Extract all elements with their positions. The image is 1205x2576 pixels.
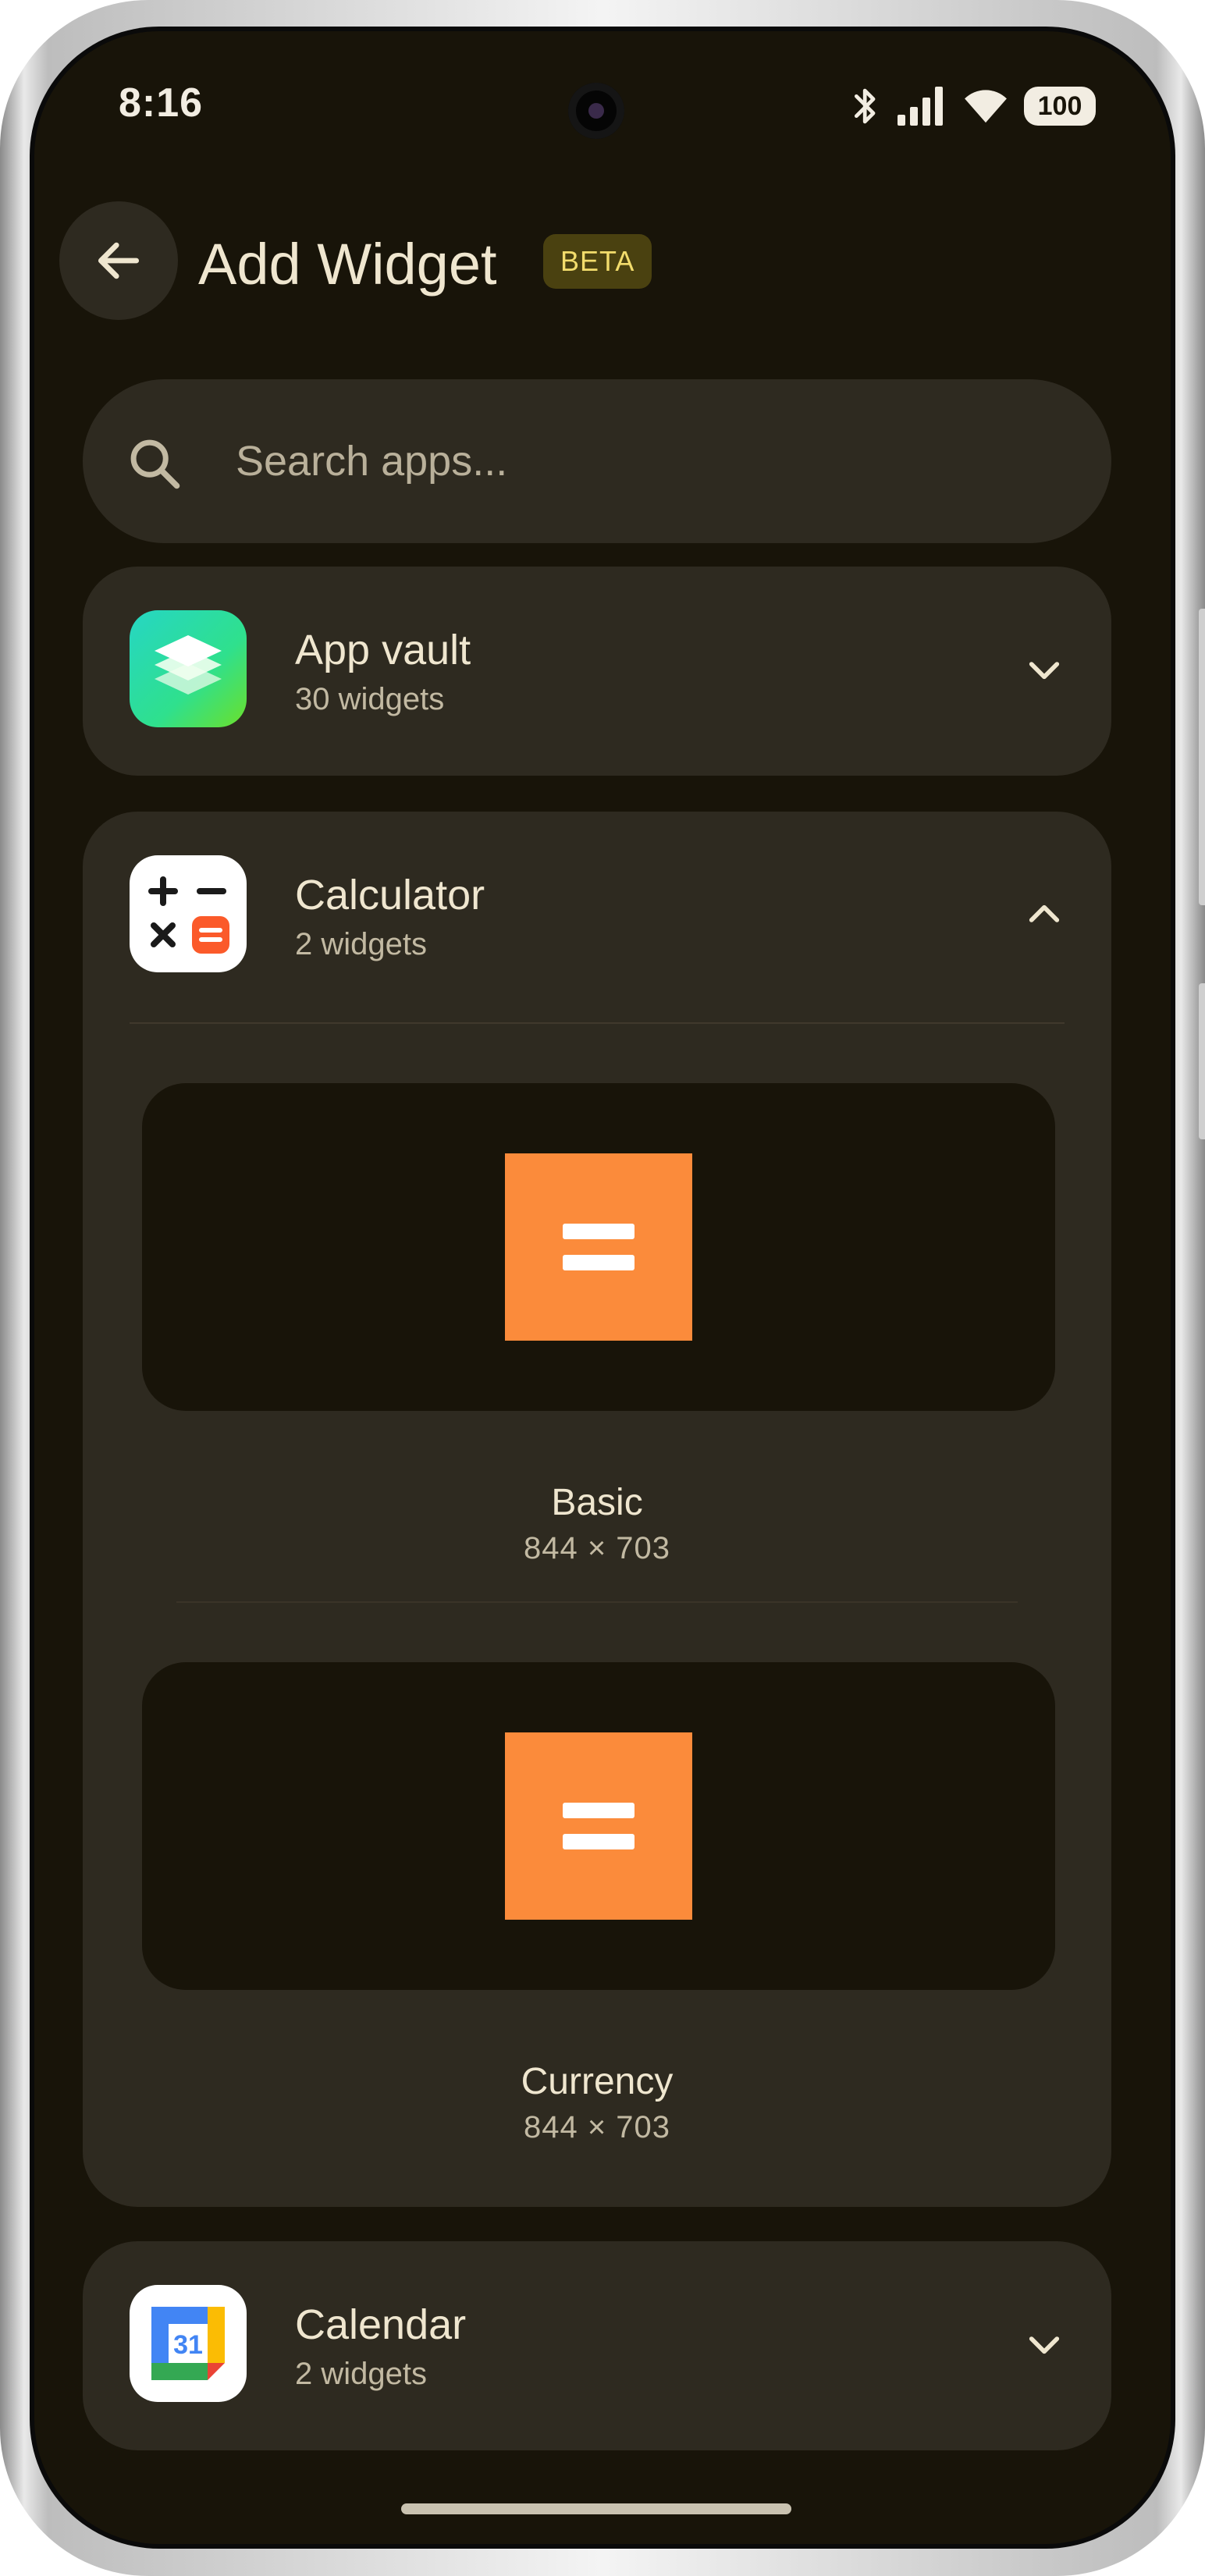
front-camera (568, 83, 624, 139)
beta-badge: BETA (543, 234, 652, 289)
divider (130, 1022, 1065, 1024)
app-row-calendar[interactable]: 31 Calendar 2 widgets (83, 2241, 1111, 2452)
app-card-calendar: 31 Calendar 2 widgets (83, 2241, 1111, 2450)
app-name: App vault (295, 627, 471, 673)
widget-preview-basic[interactable] (142, 1083, 1055, 1411)
bluetooth-icon (854, 88, 876, 124)
app-name: Calculator (295, 872, 485, 918)
widget-count: 30 widgets (295, 682, 445, 716)
equals-icon (505, 1732, 692, 1920)
wifi-icon (965, 90, 1007, 123)
search-icon (130, 439, 180, 489)
power-button (1199, 983, 1205, 1139)
app-row-calculator[interactable]: Calculator 2 widgets (83, 812, 1111, 1022)
status-icons: 100 (849, 83, 1096, 130)
widget-size: 844 × 703 (523, 2110, 671, 2144)
back-button[interactable] (59, 201, 178, 320)
page-title: Add Widget (198, 232, 497, 297)
arrow-left-icon (98, 242, 140, 279)
app-row-app-vault[interactable]: App vault 30 widgets (83, 567, 1111, 777)
widget-name: Basic (551, 1482, 643, 1523)
home-indicator[interactable] (401, 2503, 791, 2514)
widget-preview-currency[interactable] (142, 1662, 1055, 1990)
widget-size: 844 × 703 (523, 1531, 671, 1565)
equals-icon (505, 1153, 692, 1341)
status-time: 8:16 (119, 80, 204, 126)
app-card-app-vault: App vault 30 widgets (83, 567, 1111, 776)
search-bar[interactable] (83, 379, 1111, 543)
calendar-icon: 31 (130, 2285, 247, 2402)
search-input[interactable] (236, 426, 1016, 496)
widget-count: 2 widgets (295, 2357, 427, 2391)
status-bar: 8:16 100 (34, 31, 1171, 148)
phone-frame: 8:16 100 Add Widget BETA Search apps... … (0, 0, 1205, 2576)
screen: 8:16 100 Add Widget BETA Search apps... … (34, 31, 1171, 2544)
calendar-icon-date: 31 (173, 2330, 203, 2360)
chevron-up-icon[interactable] (1022, 893, 1066, 936)
divider (176, 1601, 1018, 1603)
battery-indicator: 100 (1024, 87, 1096, 126)
signal-icon (898, 87, 943, 126)
calculator-icon (130, 855, 247, 972)
app-card-calculator: Calculator 2 widgets Basic 844 × 703 Cur… (83, 812, 1111, 2207)
chevron-down-icon[interactable] (1022, 2322, 1066, 2366)
chevron-down-icon[interactable] (1022, 648, 1066, 691)
app-name: Calendar (295, 2301, 467, 2348)
widget-count: 2 widgets (295, 927, 427, 961)
volume-button (1199, 609, 1205, 905)
widget-name: Currency (521, 2061, 674, 2102)
layers-icon (130, 610, 247, 727)
